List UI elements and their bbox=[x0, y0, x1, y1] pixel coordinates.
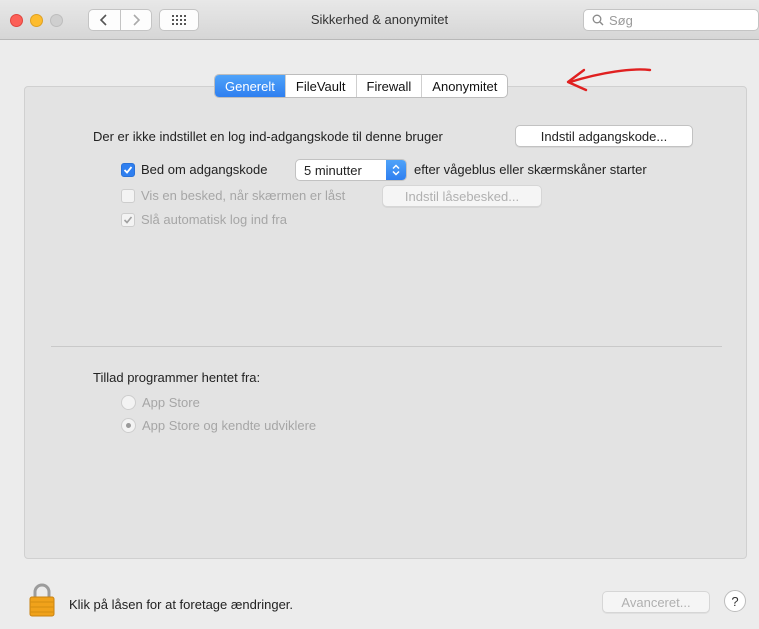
search-icon bbox=[592, 14, 604, 26]
app-store-label: App Store bbox=[142, 395, 200, 410]
search-placeholder: Søg bbox=[609, 12, 633, 28]
title-bar: Sikkerhed & anonymitet Søg bbox=[0, 0, 759, 40]
tab-bar: Generelt FileVault Firewall Anonymitet bbox=[214, 74, 509, 98]
annotation-arrow-icon bbox=[566, 68, 652, 92]
radio-app-store-and-developers[interactable] bbox=[121, 418, 136, 433]
disable-auto-login-label: Slå automatisk log ind fra bbox=[141, 212, 287, 227]
allow-apps-heading: Tillad programmer hentet fra: bbox=[93, 370, 261, 385]
checkmark-icon bbox=[123, 166, 133, 174]
advanced-button[interactable]: Avanceret... bbox=[602, 591, 710, 613]
password-delay-select[interactable]: 5 minutter bbox=[295, 159, 407, 181]
after-sleep-text: efter vågeblus eller skærmskåner starter bbox=[414, 162, 647, 177]
tab-generelt[interactable]: Generelt bbox=[215, 75, 286, 97]
lock-instruction-text: Klik på låsen for at foretage ændringer. bbox=[69, 597, 294, 612]
settings-panel bbox=[24, 86, 747, 559]
app-store-developers-label: App Store og kendte udviklere bbox=[142, 418, 317, 433]
search-field[interactable]: Søg bbox=[583, 9, 759, 31]
checkmark-icon bbox=[123, 216, 133, 224]
no-password-text: Der er ikke indstillet en log ind-adgang… bbox=[93, 129, 443, 144]
radio-selected-dot bbox=[126, 423, 131, 428]
tab-anonymitet[interactable]: Anonymitet bbox=[422, 75, 507, 97]
set-lock-message-button[interactable]: Indstil låsebesked... bbox=[382, 185, 542, 207]
disable-auto-login-checkbox[interactable] bbox=[121, 213, 135, 227]
lock-icon[interactable] bbox=[29, 583, 55, 617]
stepper-icon bbox=[386, 160, 406, 180]
section-divider bbox=[51, 346, 722, 347]
require-password-checkbox[interactable] bbox=[121, 163, 135, 177]
tab-firewall[interactable]: Firewall bbox=[357, 75, 423, 97]
set-password-button[interactable]: Indstil adgangskode... bbox=[515, 125, 693, 147]
show-message-label: Vis en besked, når skærmen er låst bbox=[141, 188, 346, 203]
tab-filevault[interactable]: FileVault bbox=[286, 75, 357, 97]
password-delay-value: 5 minutter bbox=[304, 162, 362, 178]
help-button[interactable]: ? bbox=[724, 590, 746, 612]
require-password-label: Bed om adgangskode bbox=[141, 162, 268, 177]
show-message-checkbox[interactable] bbox=[121, 189, 135, 203]
radio-app-store[interactable] bbox=[121, 395, 136, 410]
